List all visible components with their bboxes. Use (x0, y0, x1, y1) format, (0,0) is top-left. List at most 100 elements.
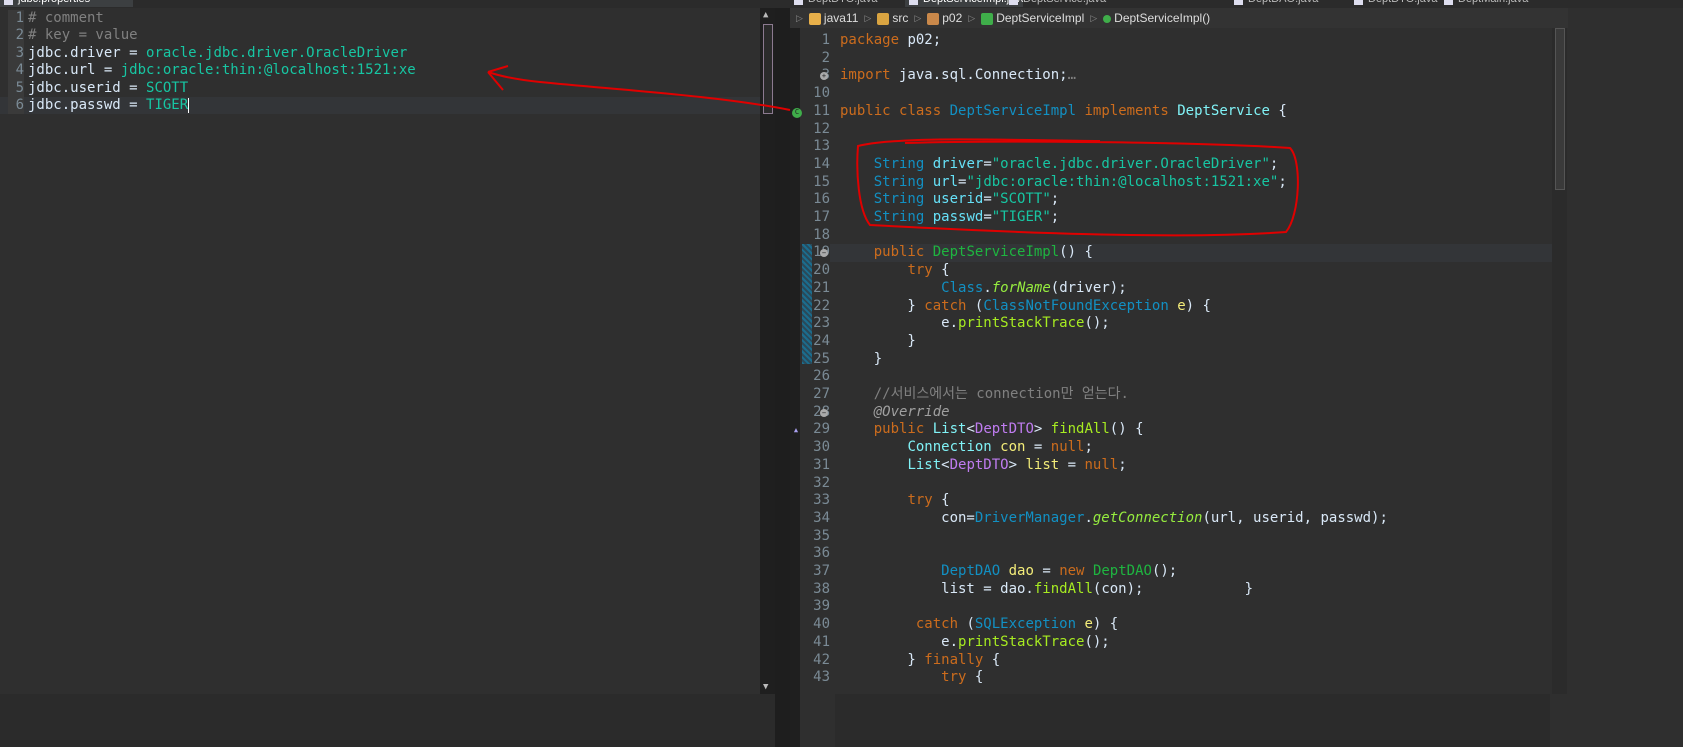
properties-line[interactable]: 1 # comment (0, 10, 760, 28)
code-token: ; (1050, 209, 1060, 225)
code-line[interactable]: 2 (790, 50, 1552, 68)
breadcrumb-item[interactable]: p02 (927, 11, 962, 25)
code-line[interactable]: 23 e.printStackTrace(); (790, 315, 1552, 333)
line-number: 18 (813, 226, 830, 243)
code-line[interactable]: 22 } catch (ClassNotFoundException e) { (790, 298, 1552, 316)
code-token: = (983, 155, 992, 172)
code-line[interactable]: 10 (790, 85, 1552, 103)
breadcrumb-separator-icon: ▷ (796, 12, 803, 23)
code-line[interactable]: 3+import java.sql.Connection;… (790, 67, 1552, 85)
code-line[interactable]: 17 String passwd="TIGER"; (790, 209, 1552, 227)
properties-editor[interactable]: 1 # comment 2 # key = value 3 jdbc.driver = o… (0, 8, 775, 694)
code-line[interactable]: 28− @Override (790, 404, 1552, 422)
code-line[interactable]: 25 } (790, 351, 1552, 369)
code-token: import (840, 67, 891, 84)
java-editor[interactable]: ▷ java11 ▷ src ▷ p02 ▷ DeptServiceImpl ▷ DeptServ… (790, 8, 1568, 747)
line-number: 16 (813, 191, 830, 208)
properties-line[interactable]: 4 jdbc.url = jdbc:oracle:thin:@localhost:… (0, 62, 760, 80)
java-scrollbar-thumb[interactable] (1555, 28, 1565, 190)
code-line[interactable]: 30 Connection con = null; (790, 439, 1552, 457)
code-line[interactable]: 38 list = dao.findAll(con); } (790, 581, 1552, 599)
code-token: (url, userid, passwd); (1202, 509, 1388, 526)
code-token: . (1084, 509, 1093, 526)
code-line[interactable]: 21 Class.forName(driver); (790, 280, 1552, 298)
code-line[interactable]: 43 try { (790, 669, 1552, 687)
code-line[interactable]: 12 (790, 121, 1552, 139)
editor-tab[interactable]: DeptDTO.java (790, 0, 908, 7)
property-key: jdbc.url = (28, 62, 121, 79)
code-text: list = dao.findAll(con); } (840, 581, 1253, 599)
properties-scrollbar[interactable]: ▲ ▼ (760, 8, 775, 694)
code-line[interactable]: 20 try { (790, 262, 1552, 280)
code-line[interactable]: 19− public DeptServiceImpl() { (813, 244, 1552, 263)
line-number: 30 (813, 439, 830, 456)
constructor-icon (1103, 14, 1112, 23)
editor-tab-bar: jdbc.propertiesDeptDTO.javaDeptServiceIm… (0, 0, 1683, 8)
code-text: @Override (840, 404, 950, 422)
editor-tab[interactable]: DeptMain.java (1440, 0, 1558, 7)
code-line[interactable]: 41 e.printStackTrace(); (790, 634, 1552, 652)
breadcrumb-item[interactable]: java11 (808, 11, 858, 25)
code-line[interactable]: 13 (790, 138, 1552, 156)
code-line[interactable]: 18 (790, 227, 1552, 245)
code-line[interactable]: 11 Cpublic class DeptServiceImpl implemen… (790, 103, 1552, 121)
breadcrumb-item[interactable]: DeptServiceImpl() (1103, 11, 1210, 25)
line-number: 15 (813, 173, 830, 190)
code-token: driver (932, 155, 984, 172)
scroll-down-icon[interactable]: ▼ (763, 682, 768, 692)
editor-tab[interactable]: jdbc.properties (0, 0, 133, 7)
code-token: ClassNotFoundException (983, 297, 1169, 314)
code-line[interactable]: 34 con=DriverManager.getConnection(url, … (790, 510, 1552, 528)
code-line[interactable]: 14 String driver="oracle.jdbc.driver.Ora… (790, 156, 1552, 174)
code-text: } finally { (840, 652, 1000, 670)
java-scrollbar[interactable] (1552, 28, 1567, 694)
code-token: url (932, 173, 959, 190)
code-line[interactable]: 15 String url="jdbc:oracle:thin:@localho… (790, 174, 1552, 192)
properties-line[interactable]: 6 jdbc.passwd = TIGER (0, 97, 760, 115)
property-key: # comment (28, 10, 104, 26)
code-line[interactable]: 24 } (790, 333, 1552, 351)
code-line[interactable]: 1 package p02; (790, 32, 1552, 50)
code-token: null (1084, 456, 1119, 473)
code-token: () { (1059, 244, 1093, 261)
code-token: finally (924, 651, 984, 668)
scrollbar-thumb[interactable] (763, 24, 773, 114)
code-line[interactable]: 16 String userid="SCOTT"; (790, 191, 1552, 209)
code-text: String url="jdbc:oracle:thin:@localhost:… (840, 174, 1287, 192)
code-line[interactable]: 27 //서비스에서는 connection만 얻는다. (790, 386, 1552, 404)
code-text: } catch (ClassNotFoundException e) { (840, 298, 1211, 316)
code-line[interactable]: 26 (790, 368, 1552, 386)
code-token: > (1033, 421, 1051, 438)
code-line[interactable]: 35 (790, 528, 1552, 546)
java-hscrollbar[interactable] (835, 694, 1550, 747)
code-line[interactable]: 36 (790, 545, 1552, 563)
property-key: jdbc.passwd = (28, 97, 147, 113)
code-line[interactable]: 40 catch (SQLException e) { (790, 616, 1552, 634)
code-text: package p02; (840, 32, 941, 50)
properties-line[interactable]: 5 jdbc.userid = SCOTT (0, 79, 760, 97)
code-line[interactable]: 31 List<DeptDTO> list = null; (790, 457, 1552, 475)
code-line[interactable]: 39 (790, 598, 1552, 616)
breadcrumb-item[interactable]: src (877, 11, 908, 25)
editor-tab[interactable]: DeptDAO.java (1230, 0, 1348, 7)
code-line[interactable]: 33 try { (790, 492, 1552, 510)
breadcrumb-item[interactable]: DeptServiceImpl (981, 11, 1084, 25)
code-line[interactable]: 29 ▲ public List<DeptDTO> findAll() { (790, 421, 1552, 439)
fold-collapse-icon[interactable]: − (820, 408, 828, 417)
code-line[interactable]: 37 DeptDAO dao = new DeptDAO(); (790, 563, 1552, 581)
properties-hscrollbar[interactable] (0, 694, 775, 747)
code-line[interactable]: 42 } finally { (790, 652, 1552, 670)
scroll-up-icon[interactable]: ▲ (763, 10, 768, 20)
editor-splitter[interactable] (775, 8, 790, 747)
code-token: { (966, 669, 984, 686)
code-line[interactable]: 32 (790, 475, 1552, 493)
code-token: ( (966, 297, 984, 314)
code-text: Class.forName(driver); (840, 280, 1126, 298)
editor-tab[interactable]: DeptService.java (1005, 0, 1123, 7)
project-icon (808, 12, 821, 25)
properties-line[interactable]: 3 jdbc.driver = oracle.jdbc.driver.Oracle… (0, 44, 760, 63)
properties-line[interactable]: 2 # key = value (0, 27, 760, 45)
